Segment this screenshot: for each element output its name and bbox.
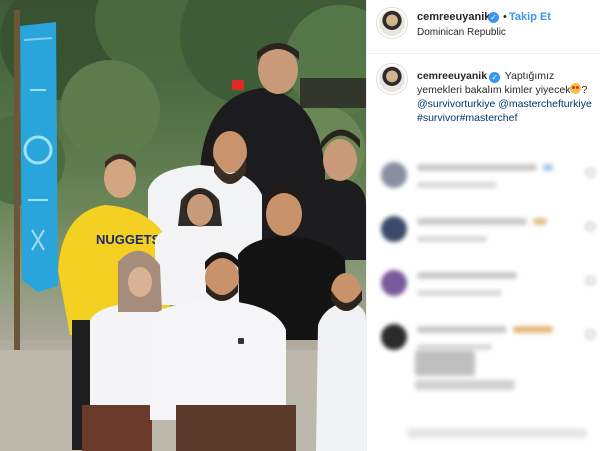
like-heart-icon[interactable] (586, 330, 595, 339)
verified-badge-icon: ✓ (489, 72, 501, 83)
like-heart-icon[interactable] (586, 222, 595, 231)
caption-username[interactable]: cemreeuyanik (417, 70, 487, 82)
caption-question-mark: ? (581, 84, 588, 96)
like-heart-icon[interactable] (586, 168, 595, 177)
timestamp-blur (415, 380, 515, 390)
verified-badge-icon: ✓ (488, 12, 499, 23)
heart-eyes-emoji-icon (570, 83, 582, 94)
like-count-blur (415, 350, 475, 376)
post-side-panel: cemreeuyanik ✓ • Takip Et Dominican Repu… (366, 0, 600, 451)
comment-avatar[interactable] (381, 324, 407, 350)
add-comment-blur (407, 428, 587, 438)
post-header: cemreeuyanik ✓ • Takip Et Dominican Repu… (367, 0, 600, 54)
post-caption: cemreeuyanik ✓ Yaptığımız yemekleri bakal… (367, 62, 600, 132)
instagram-post: NUGGETS cemreeuyanik ✓ • Takip Et Domini… (0, 0, 600, 451)
follow-button[interactable]: Takip Et (509, 11, 551, 23)
mention-survivorturkiye[interactable]: @survivorturkiye (417, 98, 495, 110)
comment-item[interactable] (377, 212, 600, 256)
comment-item[interactable] (377, 266, 600, 310)
caption-text: cemreeuyanik ✓ Yaptığımız yemekleri bakal… (417, 69, 600, 125)
like-heart-icon[interactable] (586, 276, 595, 285)
survivor-flag (20, 22, 58, 292)
comment-item[interactable] (377, 320, 600, 364)
post-photo[interactable]: NUGGETS (0, 0, 366, 451)
comment-avatar[interactable] (381, 216, 407, 242)
group-photo-scene: NUGGETS (0, 0, 366, 451)
author-username[interactable]: cemreeuyanik (417, 11, 490, 23)
comments-list (367, 150, 600, 450)
post-location[interactable]: Dominican Republic (417, 27, 506, 38)
mention-masterchefturkiye[interactable]: @masterchefturkiye (498, 98, 592, 110)
separator-dot: • (503, 11, 507, 23)
caption-author-avatar[interactable] (377, 64, 407, 94)
comment-avatar[interactable] (381, 270, 407, 296)
hashtags[interactable]: #survivor#masterchef (417, 112, 517, 124)
author-avatar[interactable] (377, 8, 407, 38)
comment-item[interactable] (377, 158, 600, 202)
comment-avatar[interactable] (381, 162, 407, 188)
shirt-text: NUGGETS (96, 232, 161, 247)
